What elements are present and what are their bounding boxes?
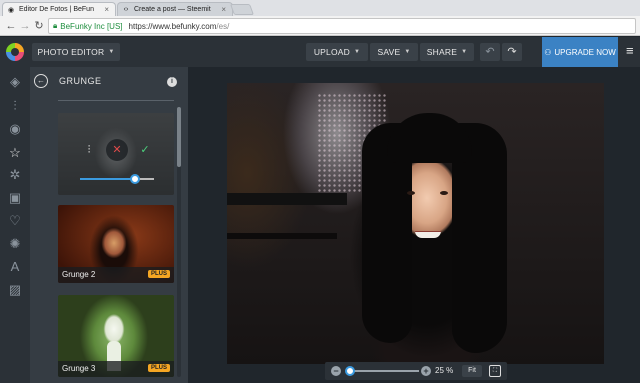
intensity-slider-fill <box>80 178 135 180</box>
photo-editor-menu-button[interactable]: PHOTO EDITOR ▼ <box>32 43 120 61</box>
forward-arrow-icon[interactable]: → <box>18 19 32 33</box>
panel-scrollbar-thumb[interactable] <box>177 107 181 167</box>
back-arrow-icon[interactable]: ← <box>4 19 18 33</box>
befunky-logo[interactable] <box>6 43 24 61</box>
plus-badge: PLUS <box>147 270 170 278</box>
effect-caption: Grunge 2 PLUS <box>58 267 174 283</box>
upload-label: UPLOAD <box>313 47 350 57</box>
befunky-favicon-icon: ◉ <box>7 6 15 14</box>
url-path: /es/ <box>216 21 230 31</box>
frames-icon[interactable]: ▣ <box>6 189 24 207</box>
redo-icon[interactable]: ↷ <box>502 43 522 61</box>
close-tab-icon[interactable]: × <box>217 5 226 14</box>
url-host: https://www.befunky.com <box>128 21 217 31</box>
tool-rail: ◈ ⫶ ◉ ☆ ✲ ▣ ♡ ✺ A ▨ <box>0 67 30 383</box>
secure-label: BeFunky Inc [US] <box>60 21 123 31</box>
browser-tab-befunky[interactable]: ◉ Editor De Fotos | BeFun × <box>2 2 116 16</box>
artsy-icon[interactable]: ✲ <box>6 166 24 184</box>
apply-check-icon[interactable]: ✓ <box>134 139 156 161</box>
steemit-favicon-icon: ‹› <box>123 6 129 13</box>
zoom-out-icon[interactable]: − <box>331 366 341 376</box>
panel-header: ← GRUNGE i <box>30 67 188 97</box>
save-button[interactable]: SAVE ▼ <box>370 43 418 61</box>
browser-toolbar: ← → ↻ 🔒︎ BeFunky Inc [US] https://www.be… <box>0 16 640 36</box>
hamburger-menu-icon[interactable]: ≡ <box>626 44 636 57</box>
photo-detail <box>415 231 441 238</box>
edited-photo[interactable] <box>227 83 604 364</box>
photo-detail <box>387 113 472 163</box>
sliders-settings-icon[interactable]: ⫶ <box>78 139 100 161</box>
address-bar[interactable]: 🔒︎ BeFunky Inc [US] https://www.befunky.… <box>48 18 636 34</box>
eye-icon[interactable]: ◉ <box>6 120 24 138</box>
star-icon[interactable]: ☆ <box>6 144 24 162</box>
upgrade-now-button[interactable]: ⚇ UPGRADE NOW <box>542 37 618 67</box>
photo-detail <box>227 193 347 205</box>
header-divider <box>58 100 174 101</box>
adjustments-icon[interactable]: ⫶ <box>6 97 24 115</box>
intensity-slider-handle[interactable] <box>129 174 140 184</box>
layers-icon[interactable]: ◈ <box>6 73 24 91</box>
effect-name: Grunge 3 <box>62 364 96 373</box>
new-tab-button[interactable] <box>229 4 255 15</box>
effect-thumbnail-grunge-3[interactable]: Grunge 3 PLUS <box>58 295 174 377</box>
upgrade-label: UPGRADE NOW <box>554 47 616 57</box>
graphics-icon[interactable]: ♡ <box>6 212 24 230</box>
upload-button[interactable]: UPLOAD ▼ <box>306 43 368 61</box>
info-icon[interactable]: i <box>167 77 177 87</box>
lock-icon: 🔒︎ <box>53 21 58 30</box>
zoom-value: 25 % <box>435 366 454 375</box>
panel-title: GRUNGE <box>59 76 102 86</box>
chevron-down-icon: ▼ <box>404 49 411 55</box>
share-label: SHARE <box>426 47 458 57</box>
photo-editor-label: PHOTO EDITOR <box>37 47 105 57</box>
plus-badge: PLUS <box>147 364 170 372</box>
fit-button[interactable]: Fit <box>462 365 482 377</box>
effect-name: Grunge 2 <box>62 270 96 279</box>
close-tab-icon[interactable]: × <box>100 5 109 14</box>
fullscreen-icon[interactable]: ⛶ <box>489 365 501 377</box>
zoom-slider-track[interactable] <box>349 370 419 372</box>
zoom-bar: − + 25 % Fit ⛶ <box>325 362 507 380</box>
undo-icon[interactable]: ↶ <box>480 43 500 61</box>
browser-tab-label: Create a post — Steemit <box>134 6 211 13</box>
zoom-slider-handle[interactable] <box>345 366 355 376</box>
chevron-down-icon: ▼ <box>354 49 361 55</box>
save-label: SAVE <box>377 47 401 57</box>
photo-detail <box>227 233 337 239</box>
photo-detail <box>407 191 415 195</box>
zoom-in-icon[interactable]: + <box>421 366 431 376</box>
photo-detail <box>440 191 448 195</box>
selected-effect-card: ⫶ ✕ ✓ <box>58 113 174 195</box>
effect-caption: Grunge 3 PLUS <box>58 361 174 377</box>
effects-panel: ← GRUNGE i ⫶ ✕ ✓ Grunge 2 PLUS Grunge 3 … <box>30 67 188 383</box>
cancel-x-icon[interactable]: ✕ <box>106 139 128 161</box>
url-text: https://www.befunky.com/es/ <box>129 22 230 31</box>
chevron-down-icon: ▼ <box>108 49 115 55</box>
share-button[interactable]: SHARE ▼ <box>420 43 474 61</box>
browser-tab-strip: ◉ Editor De Fotos | BeFun × ‹› Create a … <box>0 0 640 16</box>
upgrade-badge-icon: ⚇ <box>544 47 552 57</box>
textures-icon[interactable]: ▨ <box>6 281 24 299</box>
browser-tab-steemit[interactable]: ‹› Create a post — Steemit × <box>117 2 233 16</box>
text-icon[interactable]: A <box>6 258 24 276</box>
effect-thumbnail-grunge-2[interactable]: Grunge 2 PLUS <box>58 205 174 283</box>
chevron-down-icon: ▼ <box>461 49 468 55</box>
back-circle-icon[interactable]: ← <box>34 74 48 88</box>
overlays-icon[interactable]: ✺ <box>6 235 24 253</box>
browser-tab-label: Editor De Fotos | BeFun <box>19 6 94 13</box>
reload-icon[interactable]: ↻ <box>32 19 46 33</box>
